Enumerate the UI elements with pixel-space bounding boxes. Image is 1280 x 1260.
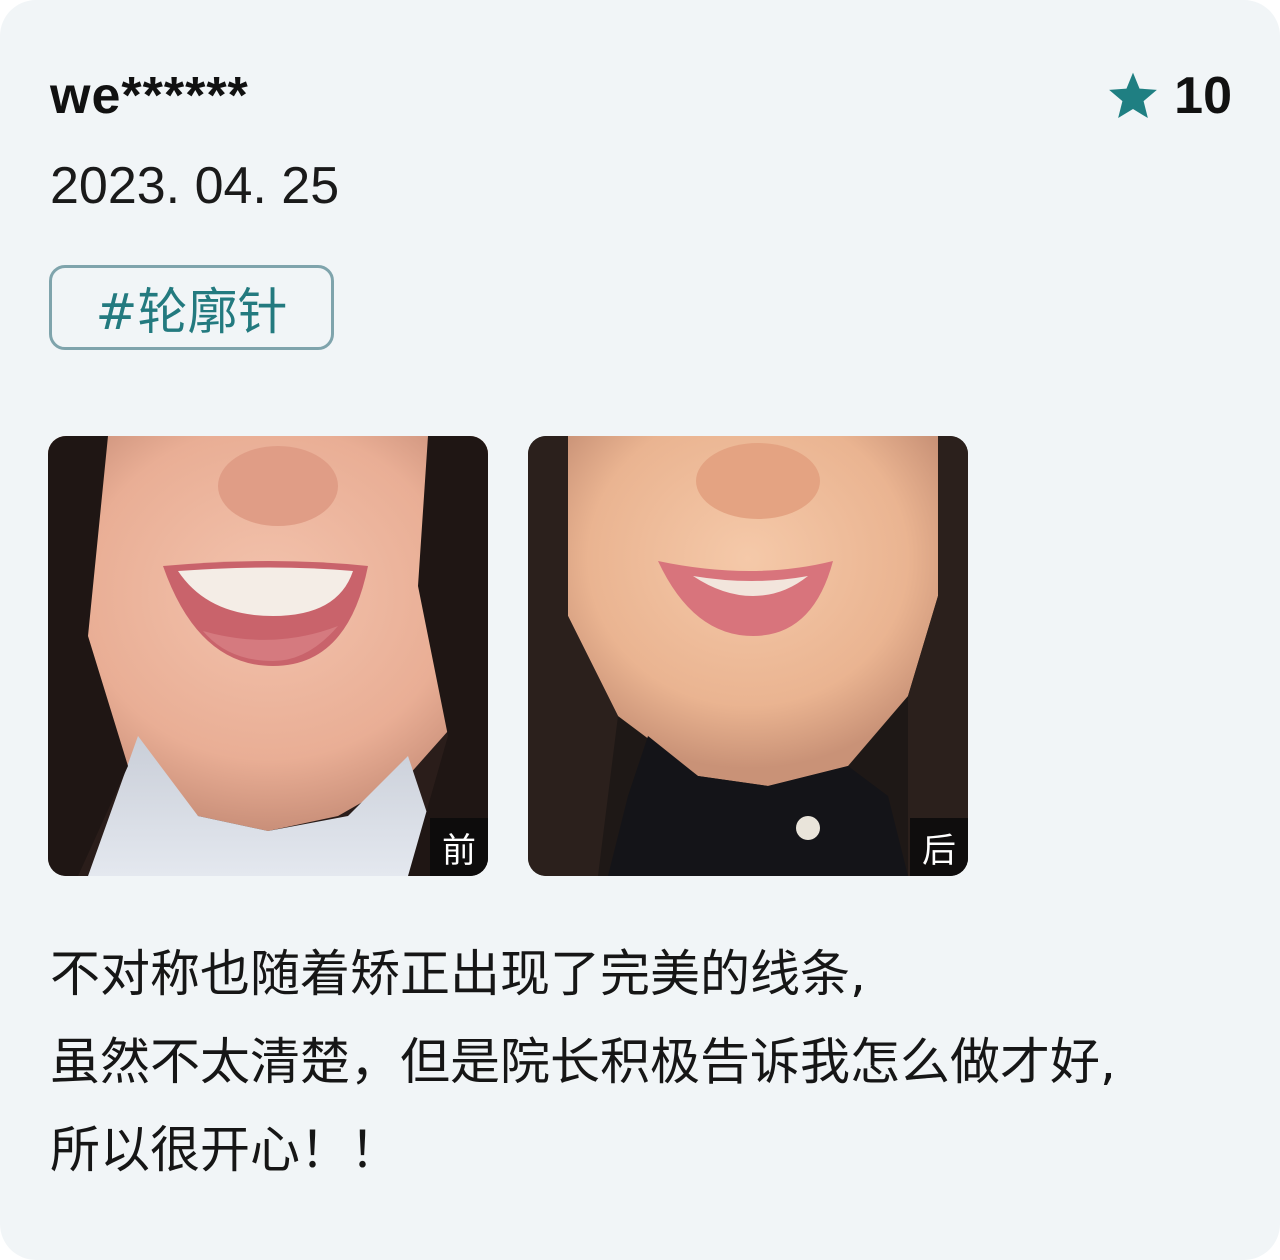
before-label: 前	[430, 818, 488, 876]
rating-score: 10	[1174, 67, 1232, 125]
after-label: 后	[910, 818, 968, 876]
review-text: 不对称也随着矫正出现了完美的线条, 虽然不太清楚，但是院长积极告诉我怎么做才好,…	[50, 930, 1260, 1194]
review-date: 2023. 04. 25	[50, 157, 340, 215]
after-photo[interactable]: 后	[528, 436, 968, 876]
after-photo-image	[528, 436, 968, 876]
before-photo[interactable]: 前	[48, 436, 488, 876]
before-photo-image	[48, 436, 488, 876]
review-text-line: 不对称也随着矫正出现了完美的线条,	[50, 945, 866, 1003]
review-card: we****** 10 2023. 04. 25 #轮廓针 前 后 不对称也随着…	[0, 0, 1280, 1260]
review-text-line: 虽然不太清楚，但是院长积极告诉我怎么做才好,	[50, 1033, 1116, 1091]
rating: 10	[1106, 62, 1232, 130]
procedure-tag[interactable]: #轮廓针	[49, 265, 334, 350]
star-icon	[1106, 69, 1160, 123]
review-text-line: 所以很开心！！	[50, 1121, 400, 1179]
reviewer-username: we******	[50, 67, 249, 125]
